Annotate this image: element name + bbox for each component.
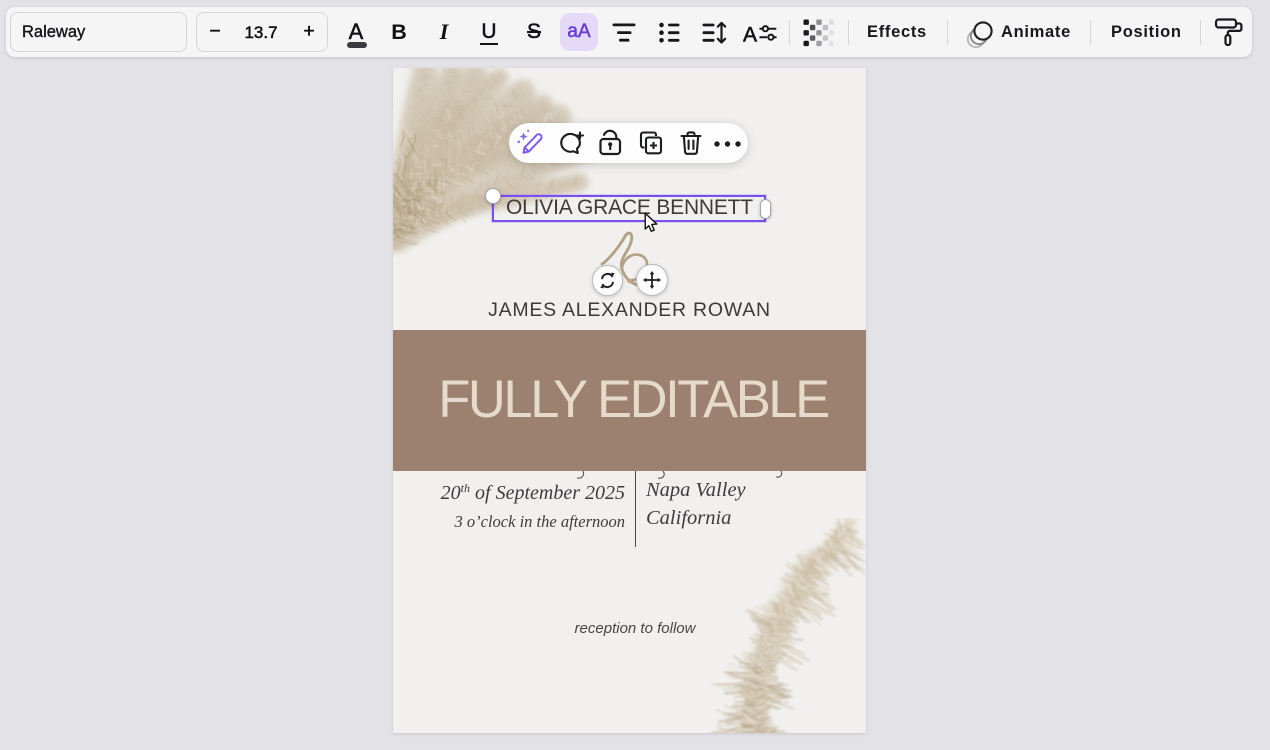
svg-text:A: A xyxy=(743,24,757,47)
